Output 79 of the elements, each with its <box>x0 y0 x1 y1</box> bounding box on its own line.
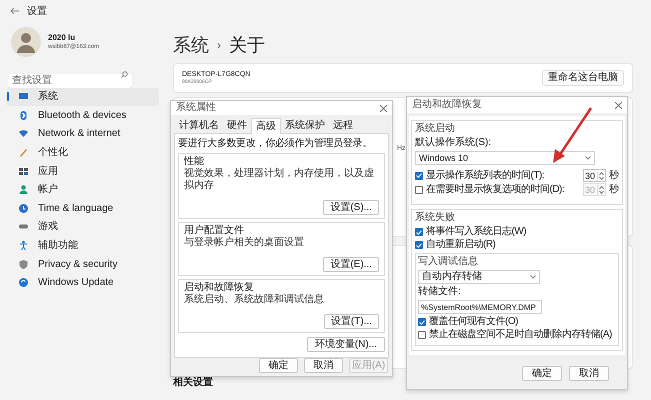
unit-label: 秒 <box>609 170 619 182</box>
chevron-down-icon <box>585 156 591 160</box>
dropdown-value: 自动内存转储 <box>422 271 482 283</box>
checkbox-label: 在需要时显示恢复选项的时间(D): <box>426 184 564 196</box>
clock-icon <box>18 202 29 214</box>
nav-item[interactable]: 系统 <box>6 88 159 106</box>
checkbox[interactable] <box>415 186 423 194</box>
notice-text: 要进行大多数更改，你必须作为管理员登录。 <box>178 138 374 150</box>
avatar-icon <box>11 27 41 57</box>
close-icon[interactable] <box>380 104 387 112</box>
environment-variables-button[interactable]: 环境变量(N)... <box>306 337 385 352</box>
nav-item[interactable]: Network & internet <box>6 125 159 143</box>
group-description: 视觉效果，处理器计划，内存使用，以及虚拟内存 <box>184 168 375 192</box>
group-title: 系统启动 <box>415 123 456 135</box>
back-arrow-icon[interactable] <box>10 7 19 15</box>
page-title: 关于 <box>229 34 265 56</box>
nav-item[interactable]: 应用 <box>6 162 159 180</box>
dialog-button[interactable]: 取消 <box>569 366 609 381</box>
chevron-down-icon <box>530 275 536 279</box>
field-label: 转储文件: <box>418 286 462 298</box>
nav-item[interactable]: Bluetooth & devices <box>6 106 159 124</box>
nav-item[interactable]: 帐户 <box>6 180 159 199</box>
checkbox-label: 显示操作系统列表的时间(T): <box>426 170 544 182</box>
field-label: 默认操作系统(S): <box>415 137 492 149</box>
dialog-title: 系统属性 <box>176 102 216 114</box>
seconds-spinner[interactable]: 30 <box>583 169 606 182</box>
dump-type-dropdown[interactable]: 自动内存转储 <box>418 270 540 284</box>
nav-item[interactable]: Privacy & security <box>6 255 159 273</box>
settings-button[interactable]: 设置(S)... <box>323 200 379 215</box>
checkbox-label: 将事件写入系统日志(W) <box>426 226 526 238</box>
dialog-tab[interactable]: 高级 <box>251 118 281 134</box>
breadcrumb-parent[interactable]: 系统 <box>173 32 209 58</box>
group-title: 系统失败 <box>415 212 456 224</box>
pen-icon <box>18 147 29 158</box>
checkbox-label: 禁止在磁盘空间不足时自动删除内存转储(A) <box>429 329 612 341</box>
dialog-button[interactable]: 取消 <box>304 358 343 373</box>
checkbox[interactable] <box>418 331 426 339</box>
os-dropdown[interactable]: Windows 10 <box>415 151 595 165</box>
nav-item[interactable]: 个性化 <box>6 144 159 162</box>
dialog-title: 启动和故障恢复 <box>412 99 482 111</box>
dialog-tab[interactable]: 远程 <box>329 119 357 133</box>
dialog-button[interactable]: 确定 <box>259 358 298 373</box>
dialog-tab[interactable]: 系统保护 <box>281 119 329 133</box>
dropdown-value: Windows 10 <box>419 152 468 164</box>
dialog-tab[interactable]: 计算机名 <box>175 119 223 133</box>
window-title: 设置 <box>27 4 47 18</box>
breadcrumb-separator: › <box>217 37 221 54</box>
dialog-tab[interactable]: 硬件 <box>223 119 251 133</box>
group-description: 与登录帐户相关的桌面设置 <box>184 237 305 249</box>
search-icon <box>121 71 128 78</box>
checkbox-label: 自动重新启动(R) <box>426 239 496 251</box>
unit-label: 秒 <box>609 184 619 196</box>
refresh-icon <box>18 277 29 288</box>
nav-item[interactable]: Windows Update <box>6 274 159 292</box>
search-field[interactable]: 查找设置 <box>8 74 132 88</box>
shield-icon <box>18 258 29 270</box>
group-title: 用户配置文件 <box>184 225 245 236</box>
nav-item[interactable]: 游戏 <box>6 218 159 236</box>
nav-item[interactable]: 辅助功能 <box>6 236 159 254</box>
bluetooth-icon <box>18 110 29 121</box>
rename-button[interactable]: 重命名这台电脑 <box>542 70 624 86</box>
close-icon[interactable] <box>615 102 622 108</box>
group-title: 写入调试信息 <box>418 256 479 268</box>
grid-icon <box>18 166 29 177</box>
settings-button[interactable]: 设置(E)... <box>323 257 379 272</box>
group-title: 启动和故障恢复 <box>184 282 255 294</box>
user-name: 2020 lu <box>48 32 76 42</box>
accessibility-icon <box>18 240 29 252</box>
wifi-icon <box>18 128 29 140</box>
dump-file-field[interactable]: %SystemRoot%\MEMORY.DMP <box>418 300 542 314</box>
section-heading: 相关设置 <box>173 376 214 390</box>
group-description: 系统启动、系统故障和调试信息 <box>184 294 325 306</box>
arrow <box>550 106 594 164</box>
nav-item[interactable]: Time & language <box>6 200 159 218</box>
checkbox-label: 覆盖任何现有文件(O) <box>429 316 518 328</box>
settings-button[interactable]: 设置(T)... <box>324 314 379 329</box>
person-icon <box>18 184 29 196</box>
group-title: 性能 <box>184 156 205 168</box>
dialog-button[interactable]: 确定 <box>522 366 562 381</box>
